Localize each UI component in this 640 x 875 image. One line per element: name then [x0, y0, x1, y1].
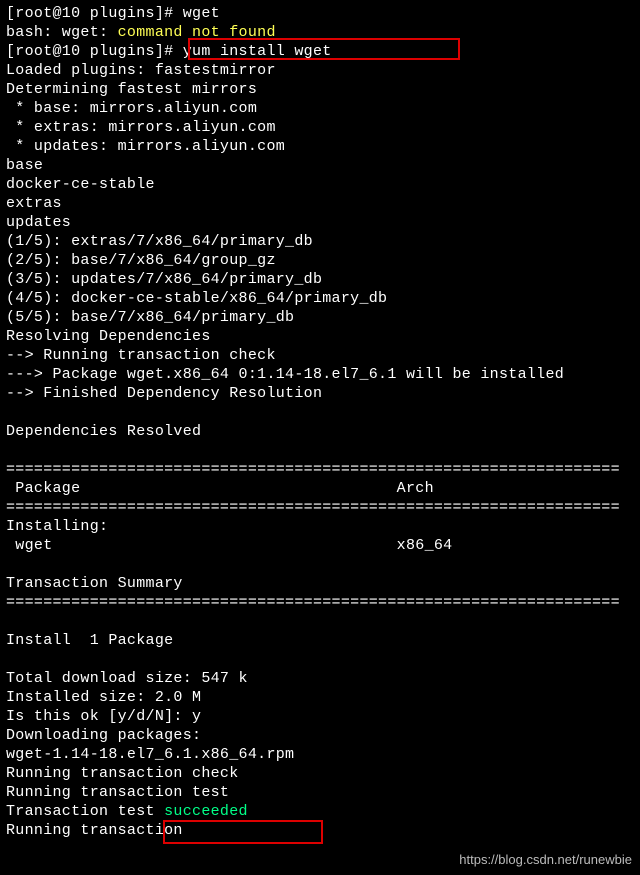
separator-line: ========================================… — [6, 461, 620, 478]
shell-prompt: [root@10 plugins]# — [6, 43, 183, 60]
yum-output-block-1: Loaded plugins: fastestmirror Determinin… — [6, 62, 564, 440]
terminal-output: [root@10 plugins]# wget bash: wget: comm… — [6, 4, 634, 840]
command-text: yum install wget — [183, 43, 332, 60]
installing-header: Installing: — [6, 518, 108, 535]
separator-line: ========================================… — [6, 594, 620, 611]
yum-output-block-2: Install 1 Package Total download size: 5… — [6, 632, 294, 801]
bash-error-prefix: bash: wget: — [6, 24, 118, 41]
separator-line: ========================================… — [6, 499, 620, 516]
table-header: Package Arch — [6, 480, 434, 497]
shell-prompt: [root@10 plugins]# — [6, 5, 183, 22]
transaction-test-succeeded: succeeded — [164, 803, 248, 820]
command-not-found-msg: command not found — [118, 24, 276, 41]
running-transaction-line: Running transaction — [6, 822, 183, 839]
blank-line — [6, 556, 15, 573]
watermark-text: https://blog.csdn.net/runewbie — [459, 850, 632, 869]
transaction-test-prefix: Transaction test — [6, 803, 164, 820]
transaction-summary-header: Transaction Summary — [6, 575, 183, 592]
command-text: wget — [183, 5, 220, 22]
package-row: wget x86_64 — [6, 537, 452, 554]
